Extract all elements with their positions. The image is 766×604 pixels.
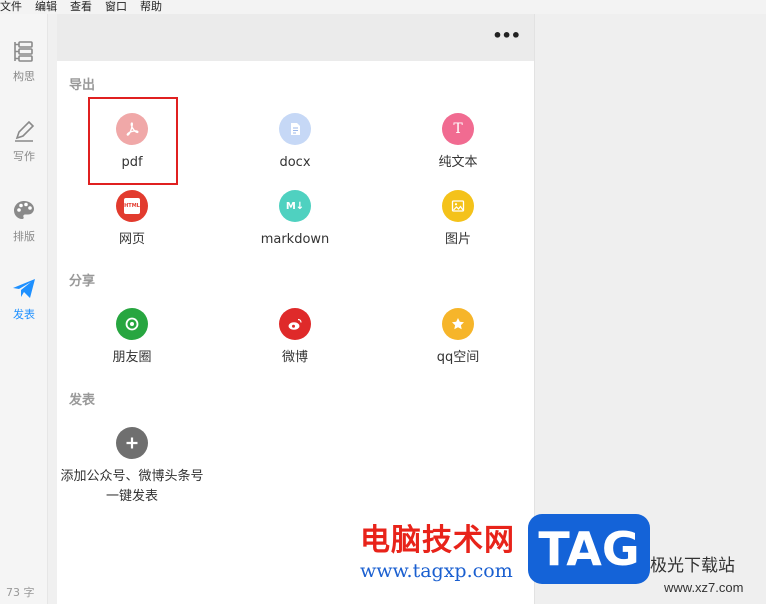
weibo-icon — [279, 308, 311, 340]
menu-edit[interactable]: 编辑 — [35, 1, 57, 13]
menu-bar: 文件 编辑 查看 窗口 帮助 — [0, 0, 766, 14]
watermark-text: 电脑技术网 — [360, 523, 515, 558]
markdown-icon: M↓ — [279, 190, 311, 222]
export-html-button[interactable]: HTML 网页 — [57, 190, 207, 250]
panel-toolbar: ••• — [57, 14, 534, 61]
export-docx-button[interactable]: docx — [220, 113, 370, 173]
docx-icon — [279, 113, 311, 145]
export-plaintext-button[interactable]: T 纯文本 — [383, 113, 533, 173]
watermark-site-name: 极光下载站 — [650, 556, 735, 576]
share-label: 微博 — [281, 350, 308, 365]
sidebar-item-ideas[interactable]: 构思 — [0, 38, 48, 84]
menu-window[interactable]: 窗口 — [105, 1, 127, 13]
section-title-publish: 发表 — [69, 393, 96, 408]
moments-icon — [116, 308, 148, 340]
share-qzone-button[interactable]: qq空间 — [383, 308, 533, 368]
html-icon: HTML — [116, 190, 148, 222]
add-account-button[interactable]: 添加公众号、微博头条号 一键发表 — [57, 427, 207, 507]
export-label: 纯文本 — [438, 155, 478, 170]
sidebar-item-label: 排版 — [13, 230, 35, 243]
section-title-share: 分享 — [69, 274, 96, 289]
export-markdown-button[interactable]: M↓ markdown — [220, 190, 370, 250]
menu-help[interactable]: 帮助 — [140, 1, 162, 13]
sidebar: 构思 写作 排版 发表 73 字 — [0, 14, 48, 604]
share-label: 朋友圈 — [112, 350, 152, 365]
menu-view[interactable]: 查看 — [70, 1, 92, 13]
watermark-url: www.tagxp.com — [360, 560, 513, 582]
watermark-logo: TAG — [528, 514, 650, 584]
pen-icon — [15, 120, 35, 142]
more-options-button[interactable]: ••• — [492, 28, 521, 44]
export-label: 图片 — [444, 232, 471, 247]
export-label: pdf — [121, 155, 143, 170]
word-count: 73 字 — [6, 586, 35, 599]
text-icon: T — [442, 113, 474, 145]
share-weibo-button[interactable]: 微博 — [220, 308, 370, 368]
menu-file[interactable]: 文件 — [0, 1, 22, 13]
export-label: markdown — [260, 232, 330, 247]
share-moments-button[interactable]: 朋友圈 — [57, 308, 207, 368]
watermark-site-url: www.xz7.com — [664, 580, 744, 595]
sidebar-item-label: 写作 — [13, 150, 35, 163]
sidebar-item-layout[interactable]: 排版 — [0, 198, 48, 244]
outline-icon — [14, 41, 33, 62]
sidebar-item-label: 发表 — [13, 308, 35, 321]
share-label: qq空间 — [436, 350, 480, 365]
sidebar-item-label: 构思 — [13, 70, 35, 83]
paper-plane-icon — [13, 279, 35, 298]
palette-icon — [14, 201, 34, 219]
image-icon — [442, 190, 474, 222]
qzone-icon — [442, 308, 474, 340]
sidebar-item-publish[interactable]: 发表 — [0, 276, 48, 322]
export-label: docx — [279, 155, 311, 170]
add-icon — [116, 427, 148, 459]
export-image-button[interactable]: 图片 — [383, 190, 533, 250]
sidebar-item-write[interactable]: 写作 — [0, 118, 48, 164]
export-pdf-button[interactable]: pdf — [57, 113, 207, 173]
add-account-label: 添加公众号、微博头条号 一键发表 — [60, 469, 204, 504]
pdf-icon — [116, 113, 148, 145]
section-title-export: 导出 — [69, 78, 96, 93]
export-label: 网页 — [118, 232, 145, 247]
